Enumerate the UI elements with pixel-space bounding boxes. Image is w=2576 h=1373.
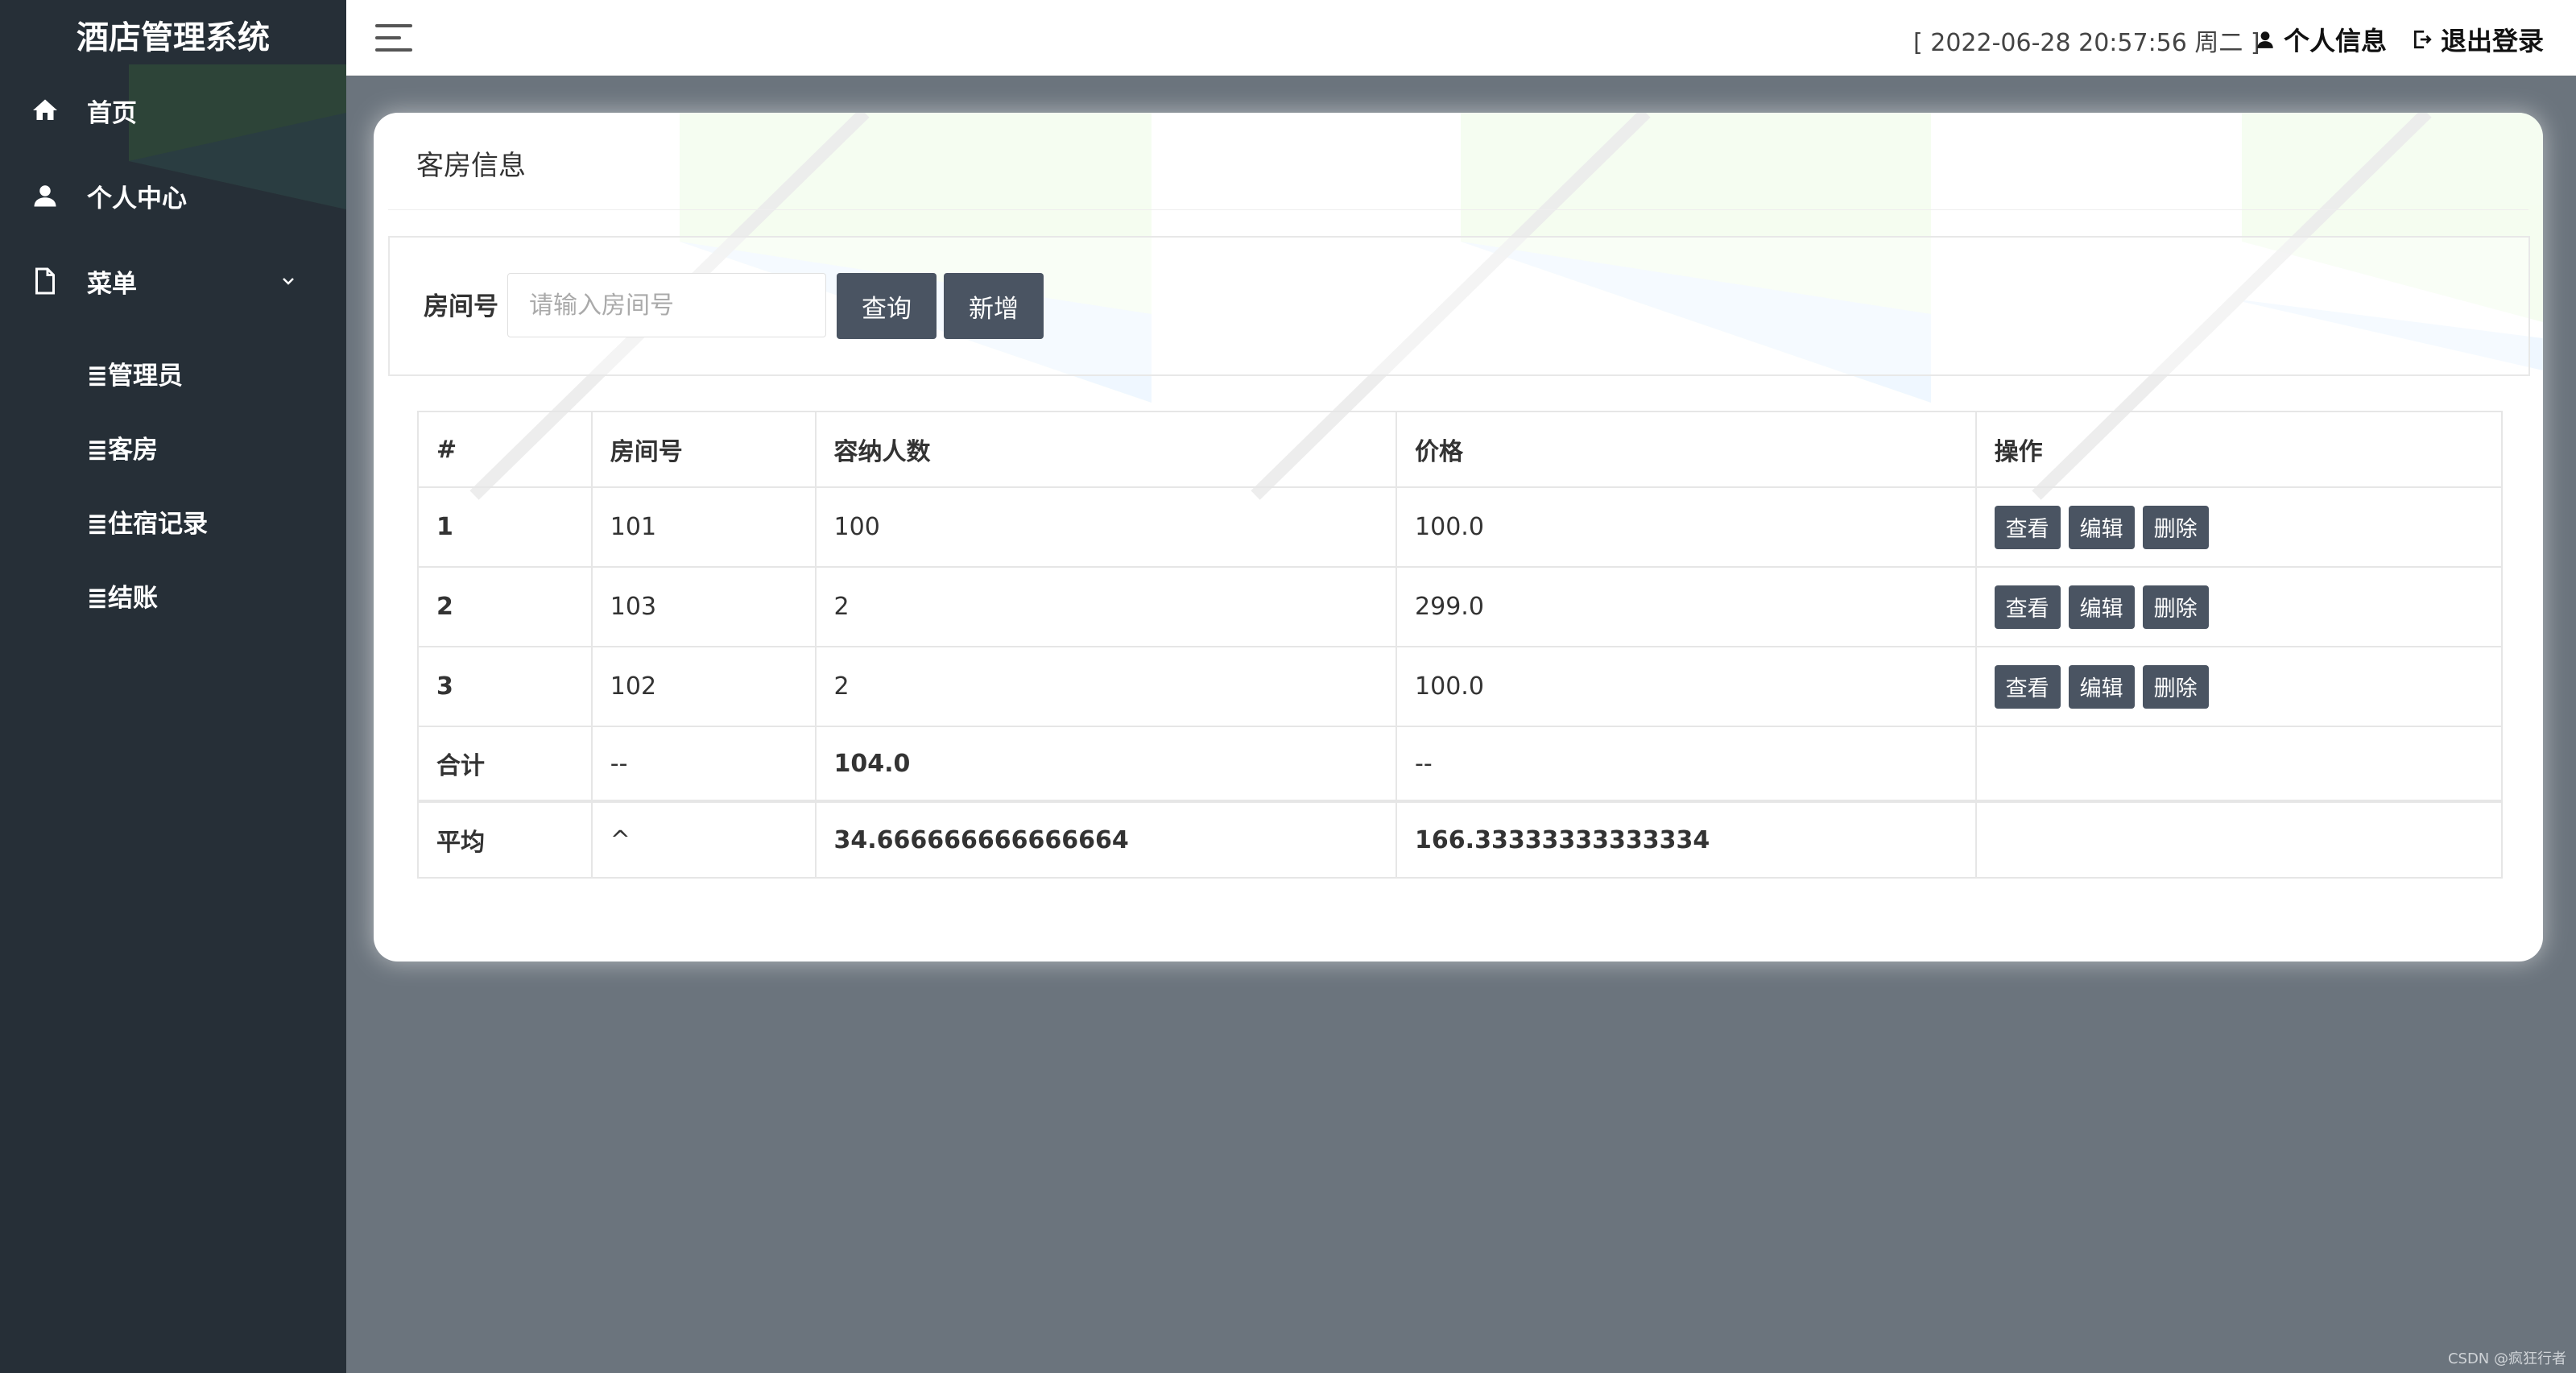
menu-toggle-icon[interactable] bbox=[375, 24, 412, 53]
view-button[interactable]: 查看 bbox=[1994, 505, 2061, 549]
sidebar-item-label: 菜单 bbox=[87, 269, 137, 299]
capacity-cell: 2 bbox=[814, 646, 1398, 727]
avg-room: ^ bbox=[590, 800, 817, 879]
room-number-cell: 101 bbox=[590, 486, 817, 568]
sidebar-item-label: 首页 bbox=[87, 98, 137, 128]
sidebar-item-home[interactable]: 首页 bbox=[0, 78, 346, 143]
column-header: 价格 bbox=[1396, 411, 1977, 488]
avg-price: 166.33333333333334 bbox=[1396, 800, 1977, 879]
column-header: 房间号 bbox=[590, 411, 817, 488]
column-header: # bbox=[417, 411, 593, 488]
profile-link[interactable]: 个人信息 bbox=[2255, 21, 2387, 58]
price-cell: 299.0 bbox=[1396, 566, 1977, 647]
sidebar-item-profile-center[interactable]: 个人中心 bbox=[0, 163, 346, 228]
user-icon bbox=[2257, 31, 2273, 48]
actions-cell: 查看 编辑 删除 bbox=[1974, 646, 2504, 727]
sidebar-subitem-stay-records[interactable]: ≣住宿记录 bbox=[87, 503, 208, 540]
avg-label: 平均 bbox=[417, 800, 593, 879]
row-index: 2 bbox=[417, 566, 593, 647]
sum-row: 合计 -- 104.0 -- bbox=[417, 726, 2504, 802]
table-header-row: # 房间号 容纳人数 价格 操作 bbox=[417, 411, 2504, 488]
delete-button[interactable]: 删除 bbox=[2142, 585, 2209, 629]
column-header: 操作 bbox=[1974, 411, 2504, 488]
sum-room: -- bbox=[590, 726, 817, 802]
view-button[interactable]: 查看 bbox=[1994, 585, 2061, 629]
delete-button[interactable]: 删除 bbox=[2142, 505, 2209, 549]
logout-label: 退出登录 bbox=[2441, 26, 2545, 56]
avg-actions bbox=[1974, 800, 2504, 879]
edit-button[interactable]: 编辑 bbox=[2068, 505, 2135, 549]
price-cell: 100.0 bbox=[1396, 646, 1977, 727]
app-title: 酒店管理系统 bbox=[76, 19, 270, 56]
chevron-down-icon bbox=[283, 278, 294, 285]
sidebar-subitem-rooms[interactable]: ≣客房 bbox=[87, 429, 158, 465]
divider bbox=[388, 209, 2528, 210]
average-row: 平均 ^ 34.666666666666664 166.333333333333… bbox=[417, 800, 2504, 879]
home-icon bbox=[33, 99, 57, 120]
search-panel: 房间号 查询 新增 bbox=[388, 236, 2530, 376]
actions-cell: 查看 编辑 删除 bbox=[1974, 486, 2504, 568]
avg-capacity: 34.666666666666664 bbox=[814, 800, 1398, 879]
room-number-input[interactable] bbox=[507, 273, 826, 337]
room-number-cell: 102 bbox=[590, 646, 817, 727]
logout-icon bbox=[2413, 30, 2432, 49]
row-index: 3 bbox=[417, 646, 593, 727]
row-index: 1 bbox=[417, 486, 593, 568]
sidebar-item-menu[interactable]: 菜单 bbox=[0, 249, 346, 313]
logout-link[interactable]: 退出登录 bbox=[2412, 21, 2544, 58]
price-cell: 100.0 bbox=[1396, 486, 1977, 568]
document-icon bbox=[35, 267, 55, 295]
capacity-cell: 100 bbox=[814, 486, 1398, 568]
actions-cell: 查看 编辑 删除 bbox=[1974, 566, 2504, 647]
view-button[interactable]: 查看 bbox=[1994, 664, 2061, 709]
profile-label: 个人信息 bbox=[2284, 26, 2388, 56]
page-title: 客房信息 bbox=[416, 150, 526, 182]
edit-button[interactable]: 编辑 bbox=[2068, 664, 2135, 709]
sum-actions bbox=[1974, 726, 2504, 802]
sum-capacity: 104.0 bbox=[814, 726, 1398, 802]
search-label: 房间号 bbox=[424, 292, 498, 321]
sum-label: 合计 bbox=[417, 726, 593, 802]
sidebar-item-label: 个人中心 bbox=[87, 184, 187, 213]
query-button[interactable]: 查询 bbox=[837, 273, 937, 339]
content-card: 客房信息 房间号 查询 新增 # 房间号 容纳人数 价格 操作 1 101 10… bbox=[374, 113, 2543, 962]
user-icon bbox=[34, 185, 56, 207]
column-header: 容纳人数 bbox=[814, 411, 1398, 488]
sidebar-subitem-checkout[interactable]: ≣结账 bbox=[87, 577, 158, 614]
add-button[interactable]: 新增 bbox=[944, 273, 1044, 339]
table-row: 2 103 2 299.0 查看 编辑 删除 bbox=[417, 566, 2504, 647]
top-header: [ 2022-06-28 20:57:56 周二 ] 个人信息 退出登录 bbox=[346, 0, 2576, 76]
sidebar-subitem-admin[interactable]: ≣管理员 bbox=[87, 355, 183, 391]
watermark-credit: CSDN @疯狂行者 bbox=[2447, 1350, 2566, 1367]
sum-price: -- bbox=[1396, 726, 1977, 802]
sidebar: 酒店管理系统 首页 个人中心 菜单 ≣管理员 ≣客房 ≣住宿记录 ≣结账 bbox=[0, 0, 346, 1373]
table-row: 3 102 2 100.0 查看 编辑 删除 bbox=[417, 646, 2504, 727]
room-number-cell: 103 bbox=[590, 566, 817, 647]
delete-button[interactable]: 删除 bbox=[2142, 664, 2209, 709]
capacity-cell: 2 bbox=[814, 566, 1398, 647]
datetime-display: [ 2022-06-28 20:57:56 周二 ] bbox=[1913, 29, 2260, 57]
table-row: 1 101 100 100.0 查看 编辑 删除 bbox=[417, 486, 2504, 568]
rooms-table: # 房间号 容纳人数 价格 操作 1 101 100 100.0 查看 编辑 删… bbox=[417, 411, 2504, 879]
edit-button[interactable]: 编辑 bbox=[2068, 585, 2135, 629]
